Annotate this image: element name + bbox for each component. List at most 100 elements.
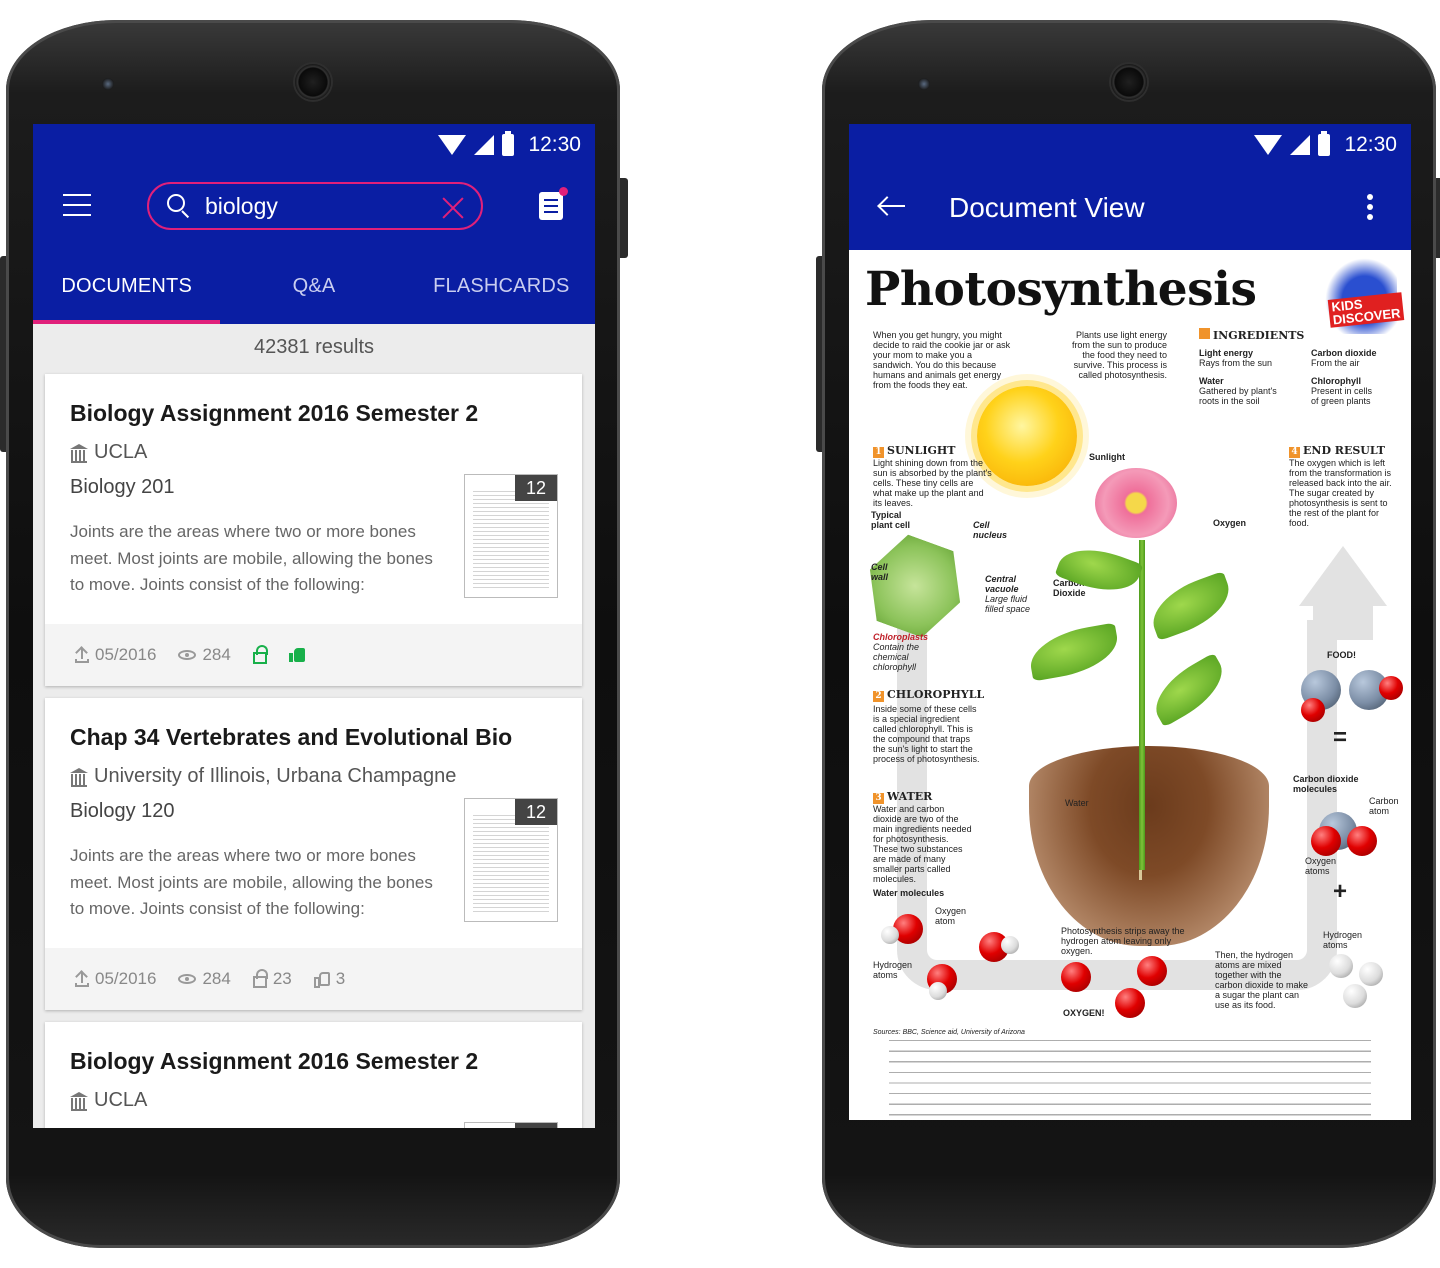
section-chlorophyll-text: Inside some of these cells is a special … (873, 704, 980, 764)
upload-icon (75, 647, 89, 663)
card-footer: 05/2016 284 (45, 624, 582, 686)
phone-search: 12:30 DOCUMENTS Q&A FLASHCARDS (0, 20, 628, 1248)
upload-icon (75, 971, 89, 987)
sensor-dot (102, 78, 114, 90)
power-button (620, 178, 628, 258)
ingredient-co2: Carbon dioxide From the air (1311, 348, 1377, 368)
label-oxygen-atom: Oxygen atom (935, 906, 967, 926)
ingredient-light: Light energy Rays from the sun (1199, 348, 1273, 368)
like-button[interactable] (288, 648, 305, 662)
document-thumbnail[interactable] (464, 1122, 558, 1128)
card-school: UCLA (70, 1089, 556, 1112)
eye-icon (178, 974, 197, 984)
hydrogen-atom-icon (1359, 962, 1383, 986)
tab-flashcards[interactable]: FLASHCARDS (408, 274, 595, 324)
status-time: 12:30 (1344, 133, 1397, 156)
page-count-badge: 12 (515, 475, 557, 501)
more-options-icon[interactable] (1367, 194, 1373, 220)
hamburger-menu-icon[interactable] (63, 194, 91, 216)
hydrogen-atom-icon (929, 982, 947, 1000)
card-title[interactable]: Biology Assignment 2016 Semester 2 (70, 1048, 556, 1075)
school-name: UCLA (94, 441, 148, 463)
signal-icon (1290, 135, 1311, 155)
card-title[interactable]: Chap 34 Vertebrates and Evolutional Bio (70, 724, 556, 751)
label-chloroplasts-note: Contain the chemical chlorophyll (873, 642, 920, 672)
label-central-vacuole: Central vacuole (985, 574, 1019, 594)
card-description: Joints are the areas where two or more b… (70, 846, 433, 918)
tab-qa[interactable]: Q&A (220, 274, 407, 324)
status-time: 12:30 (528, 133, 581, 156)
label-cell-nucleus: Cell nucleus (973, 520, 1008, 540)
label-oxygen-caption: OXYGEN! (1063, 1008, 1105, 1018)
wifi-icon (1254, 135, 1283, 155)
results-count: 42381 results (253, 336, 375, 358)
oxygen-atom-icon (1311, 826, 1341, 856)
unlocked-lock-icon (252, 645, 268, 664)
app-bar: 12:30 DOCUMENTS Q&A FLASHCARDS (33, 124, 595, 324)
battery-icon (502, 131, 515, 156)
oxygen-atom-icon (1061, 962, 1091, 992)
notification-dot (559, 187, 568, 196)
section-result-heading: 4 END RESULT (1289, 444, 1385, 458)
label-water-molecules: Water molecules (873, 888, 945, 898)
battery-icon (1318, 131, 1331, 156)
tab-bar: DOCUMENTS Q&A FLASHCARDS (33, 274, 595, 324)
section-chlorophyll-heading: 2 CHLOROPHYLL (873, 688, 984, 702)
status-bar: 12:30 (438, 131, 581, 158)
app-bar: 12:30 Document View (849, 124, 1411, 250)
university-icon (70, 444, 88, 463)
clear-search-icon[interactable] (441, 196, 465, 220)
earpiece-speaker (295, 64, 331, 100)
ingredient-water: Water Gathered by plant's roots in the so… (1199, 376, 1277, 406)
search-input[interactable] (205, 192, 425, 220)
search-bar[interactable] (147, 182, 483, 230)
label-sunlight: Sunlight (1089, 452, 1125, 462)
label-water: Water (1065, 798, 1089, 808)
earpiece-speaker (1111, 64, 1147, 100)
label-cell-wall: Cell wall (871, 562, 889, 582)
unlock-count[interactable]: 23 (252, 969, 292, 989)
tab-documents[interactable]: DOCUMENTS (33, 274, 221, 324)
device-mockups: 12:30 DOCUMENTS Q&A FLASHCARDS (0, 0, 1440, 1268)
label-oxygen-atoms: Oxygen atoms (1305, 856, 1337, 876)
document-screen: 12:30 Document View Photosynthesis KIDS … (849, 124, 1411, 1120)
label-mix-note: Then, the hydrogen atoms are mixed toget… (1215, 950, 1309, 1010)
status-bar: 12:30 (1254, 131, 1397, 158)
plant-stem-illustration (1139, 540, 1145, 870)
document-card[interactable]: Biology Assignment 2016 Semester 2 UCLA (45, 1022, 582, 1128)
signal-icon (474, 135, 495, 155)
document-page[interactable]: Photosynthesis KIDS DISCOVER When you ge… (849, 250, 1411, 1120)
ingredients-heading: INGREDIENTS (1199, 328, 1304, 342)
oxygen-atom-icon (1347, 826, 1377, 856)
search-icon (167, 194, 191, 218)
section-water-text: Water and carbon dioxide are two of the … (873, 804, 972, 884)
document-heading: Photosynthesis (865, 262, 1257, 317)
label-hydrogen-atoms: Hydrogen atoms (873, 960, 913, 980)
phone-document: 12:30 Document View Photosynthesis KIDS … (816, 20, 1440, 1248)
wifi-icon (438, 135, 467, 155)
eye-icon (178, 650, 197, 660)
document-thumbnail[interactable]: 12 (464, 798, 558, 922)
like-count[interactable]: 3 (313, 969, 345, 989)
filter-icon[interactable] (539, 187, 568, 220)
unlock-status[interactable] (252, 645, 268, 664)
sensor-dot (918, 78, 930, 90)
intro-left: When you get hungry, you might decide to… (873, 330, 1011, 390)
label-oxygen: Oxygen (1213, 518, 1247, 528)
back-arrow-icon[interactable] (879, 196, 905, 216)
flower-illustration (1095, 468, 1177, 538)
document-body-text (889, 1040, 1371, 1120)
label-typical-cell: Typical plant cell (871, 510, 911, 530)
label-vacuole-note: Large fluid filled space (985, 594, 1031, 614)
label-hydrogen-atoms-2: Hydrogen atoms (1323, 930, 1363, 950)
oxygen-atom-icon (1379, 676, 1403, 700)
document-card[interactable]: Biology Assignment 2016 Semester 2 UCLA … (45, 374, 582, 686)
page-count-badge (515, 1123, 557, 1128)
card-title[interactable]: Biology Assignment 2016 Semester 2 (70, 400, 556, 427)
document-thumbnail[interactable]: 12 (464, 474, 558, 598)
upload-date: 05/2016 (75, 969, 156, 989)
section-water-heading: 3 WATER (873, 790, 932, 804)
label-carbon-atom: Carbon atom (1369, 796, 1399, 816)
document-card[interactable]: Chap 34 Vertebrates and Evolutional Bio … (45, 698, 582, 1010)
power-button (1436, 178, 1440, 258)
